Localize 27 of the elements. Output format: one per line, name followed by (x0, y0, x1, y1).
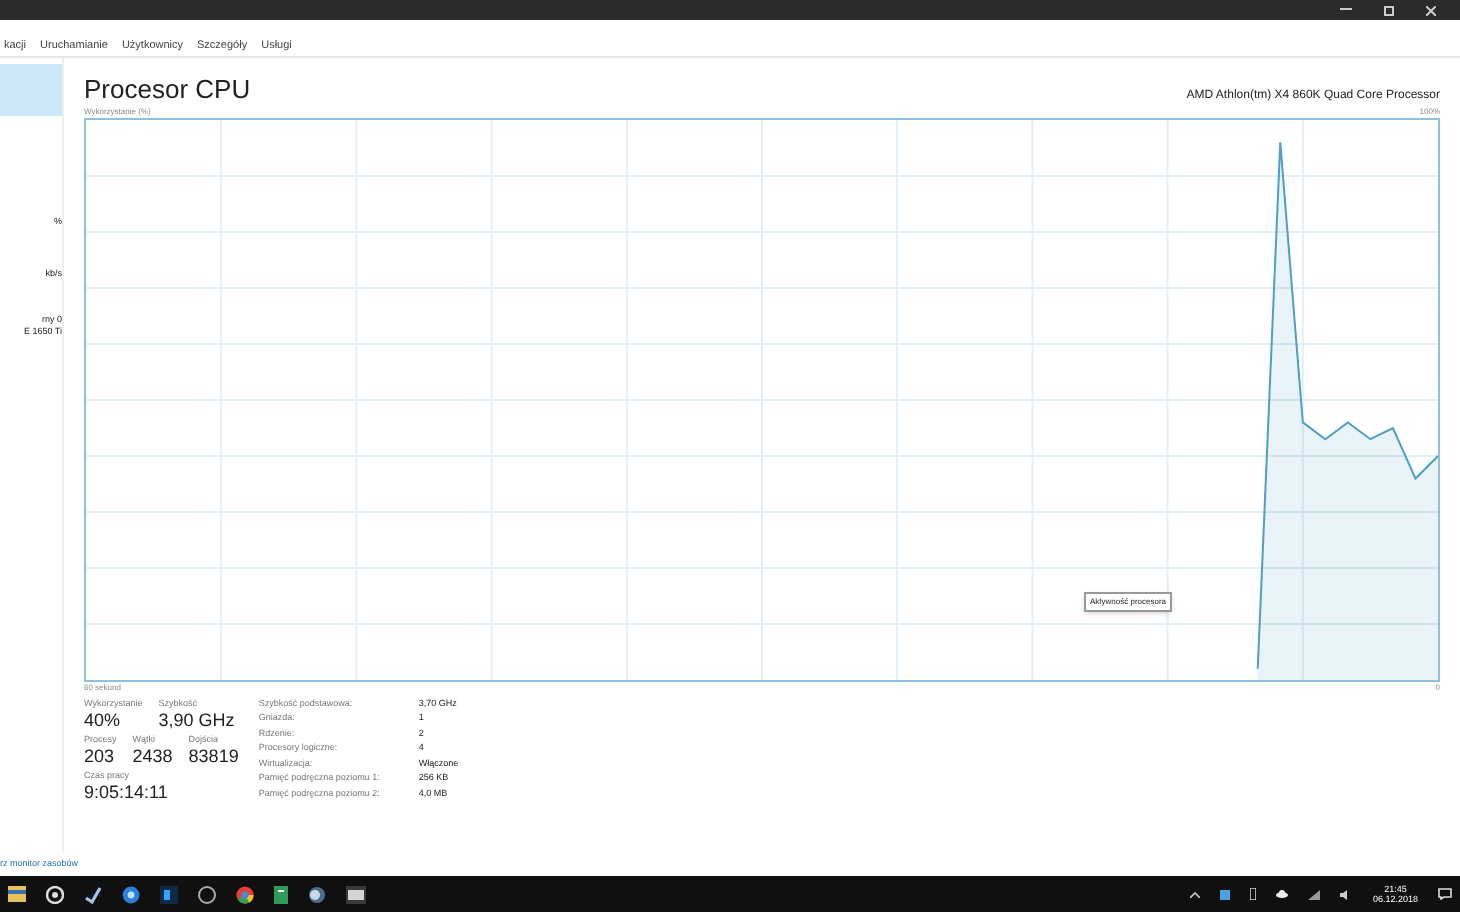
stat-value: 3,90 GHz (158, 710, 235, 730)
network-icon[interactable] (1308, 889, 1321, 899)
task-manager-icon[interactable] (346, 885, 366, 903)
app-icon[interactable] (198, 885, 216, 903)
speaker-icon[interactable] (1340, 889, 1353, 899)
tray-icon[interactable] (1250, 888, 1257, 900)
tray-icon[interactable] (1220, 889, 1231, 899)
app-icon[interactable] (160, 885, 178, 903)
app-icon[interactable] (122, 885, 140, 903)
app-icon[interactable] (308, 885, 326, 903)
stat-value: 9:05:14:11 (84, 782, 168, 802)
gear-icon[interactable] (46, 885, 64, 903)
notification-icon[interactable] (1438, 888, 1452, 900)
browser-icon[interactable] (236, 885, 254, 903)
cloud-icon[interactable] (1276, 890, 1289, 898)
stat-value: 40% (84, 710, 123, 730)
document-icon[interactable] (274, 885, 288, 903)
close-icon[interactable] (1426, 5, 1436, 15)
chevron-up-icon[interactable] (1190, 891, 1201, 897)
stat-value: 203 (84, 746, 117, 766)
maximize-icon[interactable] (1384, 5, 1394, 15)
folder-icon[interactable] (8, 886, 26, 902)
stat-value: 83819 (188, 746, 239, 766)
panel-title: Procesor CPU (84, 76, 251, 102)
app-icon[interactable] (84, 885, 102, 903)
minimize-icon[interactable] (1340, 8, 1352, 12)
stat-value: 2438 (132, 746, 173, 766)
